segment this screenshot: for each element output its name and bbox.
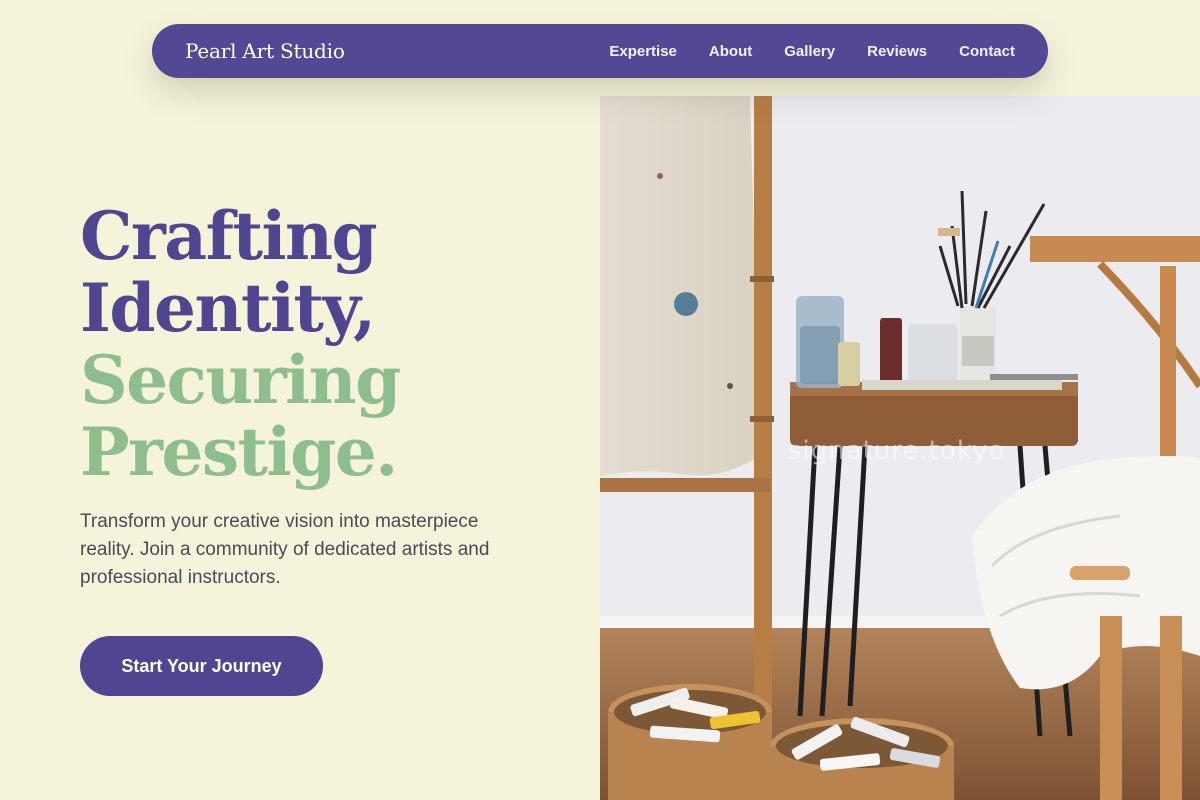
nav-link-gallery[interactable]: Gallery [784,43,835,60]
nav-link-reviews[interactable]: Reviews [867,43,927,60]
nav-link-expertise[interactable]: Expertise [609,43,677,60]
hero-studio-photo: signature.tokyo [600,96,1200,800]
hero-section: Crafting Identity, Securing Prestige. Tr… [80,200,580,592]
nav-link-contact[interactable]: Contact [959,43,1015,60]
image-watermark: signature.tokyo [788,436,1006,466]
headline-line-3: Securing [80,341,401,419]
nav-link-about[interactable]: About [709,43,752,60]
headline-line-1: Crafting [80,197,378,275]
start-journey-button[interactable]: Start Your Journey [80,636,323,696]
headline-line-4: Prestige. [80,413,398,491]
hero-subtitle: Transform your creative vision into mast… [80,511,490,588]
headline-line-2: Identity, [80,269,376,347]
top-navbar: Pearl Art Studio Expertise About Gallery… [152,24,1048,78]
hero-headline: Crafting Identity, Securing Prestige. [80,200,580,488]
brand-logo[interactable]: Pearl Art Studio [185,39,345,63]
nav-links: Expertise About Gallery Reviews Contact [577,43,1015,60]
